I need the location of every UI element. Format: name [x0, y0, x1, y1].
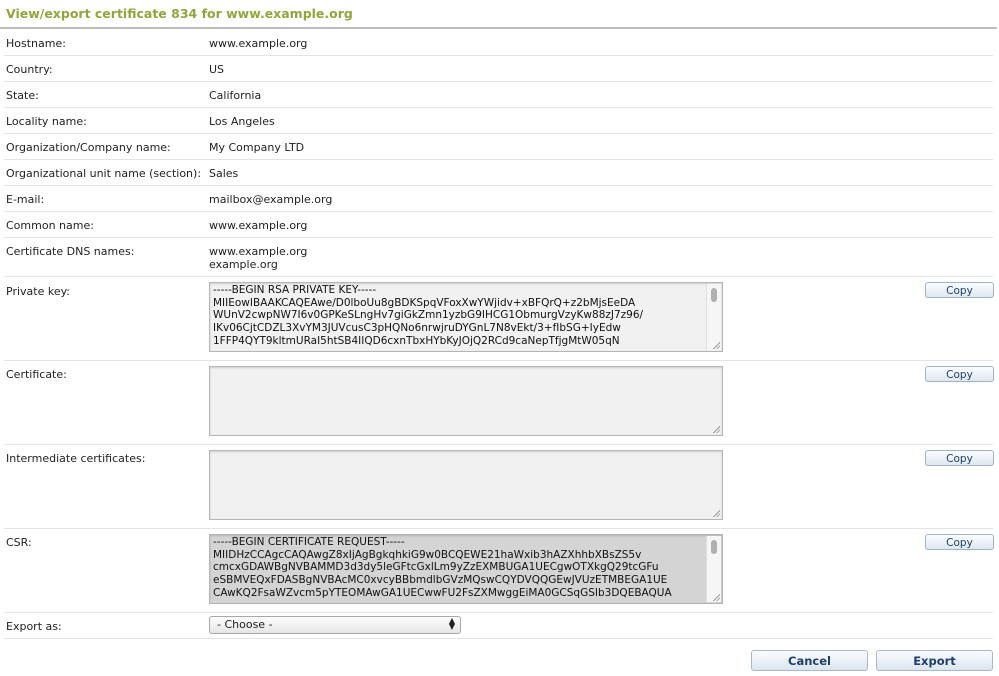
resize-grip-icon[interactable] [712, 341, 720, 349]
row-csr: CSR: -----BEGIN CERTIFICATE REQUEST-----… [4, 529, 994, 613]
export-format-select[interactable]: - Choose - ▲ ▼ [209, 616, 461, 634]
intermediate-label: Intermediate certificates: [6, 452, 146, 465]
select-arrows-icon: ▲ ▼ [448, 616, 455, 631]
locality-label: Locality name: [6, 115, 87, 128]
row-org-unit: Organizational unit name (section): Sale… [4, 160, 993, 186]
state-value: California [209, 89, 262, 102]
copy-private-key-button[interactable]: Copy [925, 282, 994, 298]
row-export-as: Export as: - Choose - ▲ ▼ [4, 613, 993, 639]
intermediate-text [210, 451, 722, 453]
dns-name-2: example.org [209, 258, 278, 271]
organization-value: My Company LTD [209, 141, 305, 154]
row-dns-names: Certificate DNS names: www.example.org e… [4, 238, 993, 277]
country-label: Country: [6, 63, 53, 76]
private-key-label: Private key: [6, 285, 71, 298]
row-intermediate: Intermediate certificates: Copy [4, 445, 994, 529]
title-divider [0, 27, 997, 29]
state-label: State: [6, 89, 39, 102]
row-common-name: Common name: www.example.org [4, 212, 993, 238]
org-unit-label: Organizational unit name (section): [6, 167, 202, 180]
copy-certificate-button[interactable]: Copy [925, 366, 994, 382]
copy-csr-button[interactable]: Copy [925, 534, 994, 550]
export-as-label: Export as: [6, 620, 62, 633]
page-title: View/export certificate 834 for www.exam… [6, 6, 353, 21]
email-value: mailbox@example.org [209, 193, 333, 206]
common-name-label: Common name: [6, 219, 94, 232]
certificate-label: Certificate: [6, 368, 67, 381]
resize-grip-icon[interactable] [712, 509, 720, 517]
scroll-thumb[interactable] [711, 540, 717, 554]
hostname-value: www.example.org [209, 37, 308, 50]
row-locality: Locality name: Los Angeles [4, 108, 993, 134]
country-value: US [209, 63, 225, 76]
row-state: State: California [4, 82, 993, 108]
row-organization: Organization/Company name: My Company LT… [4, 134, 993, 160]
common-name-value: www.example.org [209, 219, 308, 232]
locality-value: Los Angeles [209, 115, 275, 128]
hostname-label: Hostname: [6, 37, 66, 50]
row-private-key: Private key: -----BEGIN RSA PRIVATE KEY-… [4, 277, 994, 361]
export-button[interactable]: Export [876, 650, 993, 671]
dns-name-1: www.example.org [209, 245, 308, 258]
copy-intermediate-button[interactable]: Copy [925, 450, 994, 466]
private-key-textarea[interactable]: -----BEGIN RSA PRIVATE KEY----- MIIEowIB… [209, 282, 723, 352]
org-unit-value: Sales [209, 167, 239, 180]
cancel-button[interactable]: Cancel [751, 650, 868, 671]
csr-label: CSR: [6, 536, 32, 549]
resize-grip-icon[interactable] [712, 593, 720, 601]
row-hostname: Hostname: www.example.org [4, 30, 993, 56]
csr-textarea[interactable]: -----BEGIN CERTIFICATE REQUEST----- MIID… [209, 534, 723, 604]
row-email: E-mail: mailbox@example.org [4, 186, 993, 212]
row-certificate: Certificate: Copy [4, 361, 994, 445]
intermediate-textarea[interactable] [209, 450, 723, 520]
dns-names-label: Certificate DNS names: [6, 245, 135, 258]
organization-label: Organization/Company name: [6, 141, 171, 154]
csr-text: -----BEGIN CERTIFICATE REQUEST----- MIID… [213, 536, 672, 599]
email-label: E-mail: [6, 193, 45, 206]
row-country: Country: US [4, 56, 993, 82]
resize-grip-icon[interactable] [712, 425, 720, 433]
private-key-text: -----BEGIN RSA PRIVATE KEY----- MIIEowIB… [213, 284, 644, 347]
certificate-textarea[interactable] [209, 366, 723, 436]
export-format-selected: - Choose - [217, 618, 273, 631]
certificate-text [210, 367, 722, 369]
scroll-thumb[interactable] [711, 288, 717, 302]
